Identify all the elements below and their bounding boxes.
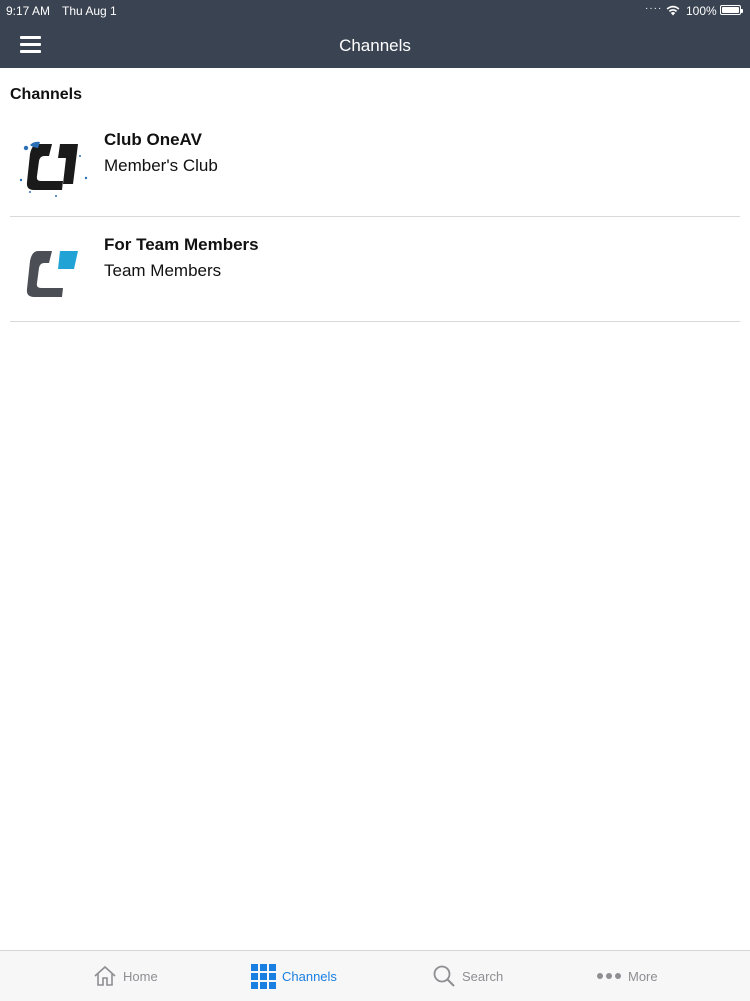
oneav-club-logo (19, 141, 88, 197)
status-time: 9:17 AM (6, 4, 51, 18)
signal-dots-icon: ···· (645, 3, 663, 14)
channel-item-club-oneav[interactable]: Club OneAV Member's Club (10, 112, 740, 217)
search-icon (433, 965, 455, 987)
section-title: Channels (10, 86, 83, 103)
status-bar: 9:17 AM Thu Aug 1 ···· 100% (0, 0, 750, 22)
navigation-bar: 9:17 AM Thu Aug 1 ···· 100% Channels (0, 0, 750, 68)
channel-title: Club OneAV (104, 130, 202, 149)
tab-search[interactable]: Search (432, 951, 503, 1001)
tab-search-label: Search (462, 968, 504, 984)
channel-subtitle: Team Members (104, 261, 222, 280)
battery-icon (720, 5, 743, 15)
tab-bar: Home Channels Search More (0, 950, 750, 1001)
page-title: Channels (339, 36, 411, 55)
channel-list: Club OneAV Member's Club For Team Member… (0, 112, 750, 322)
tab-channels[interactable]: Channels (251, 951, 337, 1001)
grid-icon (251, 963, 276, 989)
channel-subtitle: Member's Club (104, 156, 218, 175)
tab-more-label: More (628, 968, 658, 984)
channel-item-team-members[interactable]: For Team Members Team Members (10, 217, 740, 322)
oneav-team-logo (26, 251, 78, 297)
battery-percent: 100% (686, 4, 717, 18)
tab-home[interactable]: Home (93, 951, 158, 1001)
channel-title: For Team Members (104, 235, 259, 254)
status-date: Thu Aug 1 (62, 4, 117, 18)
wifi-icon (666, 5, 680, 16)
home-icon (94, 965, 116, 986)
tab-channels-label: Channels (282, 968, 337, 984)
more-dots-icon (597, 973, 621, 979)
tab-more[interactable]: More (596, 951, 658, 1001)
tab-home-label: Home (123, 968, 158, 984)
